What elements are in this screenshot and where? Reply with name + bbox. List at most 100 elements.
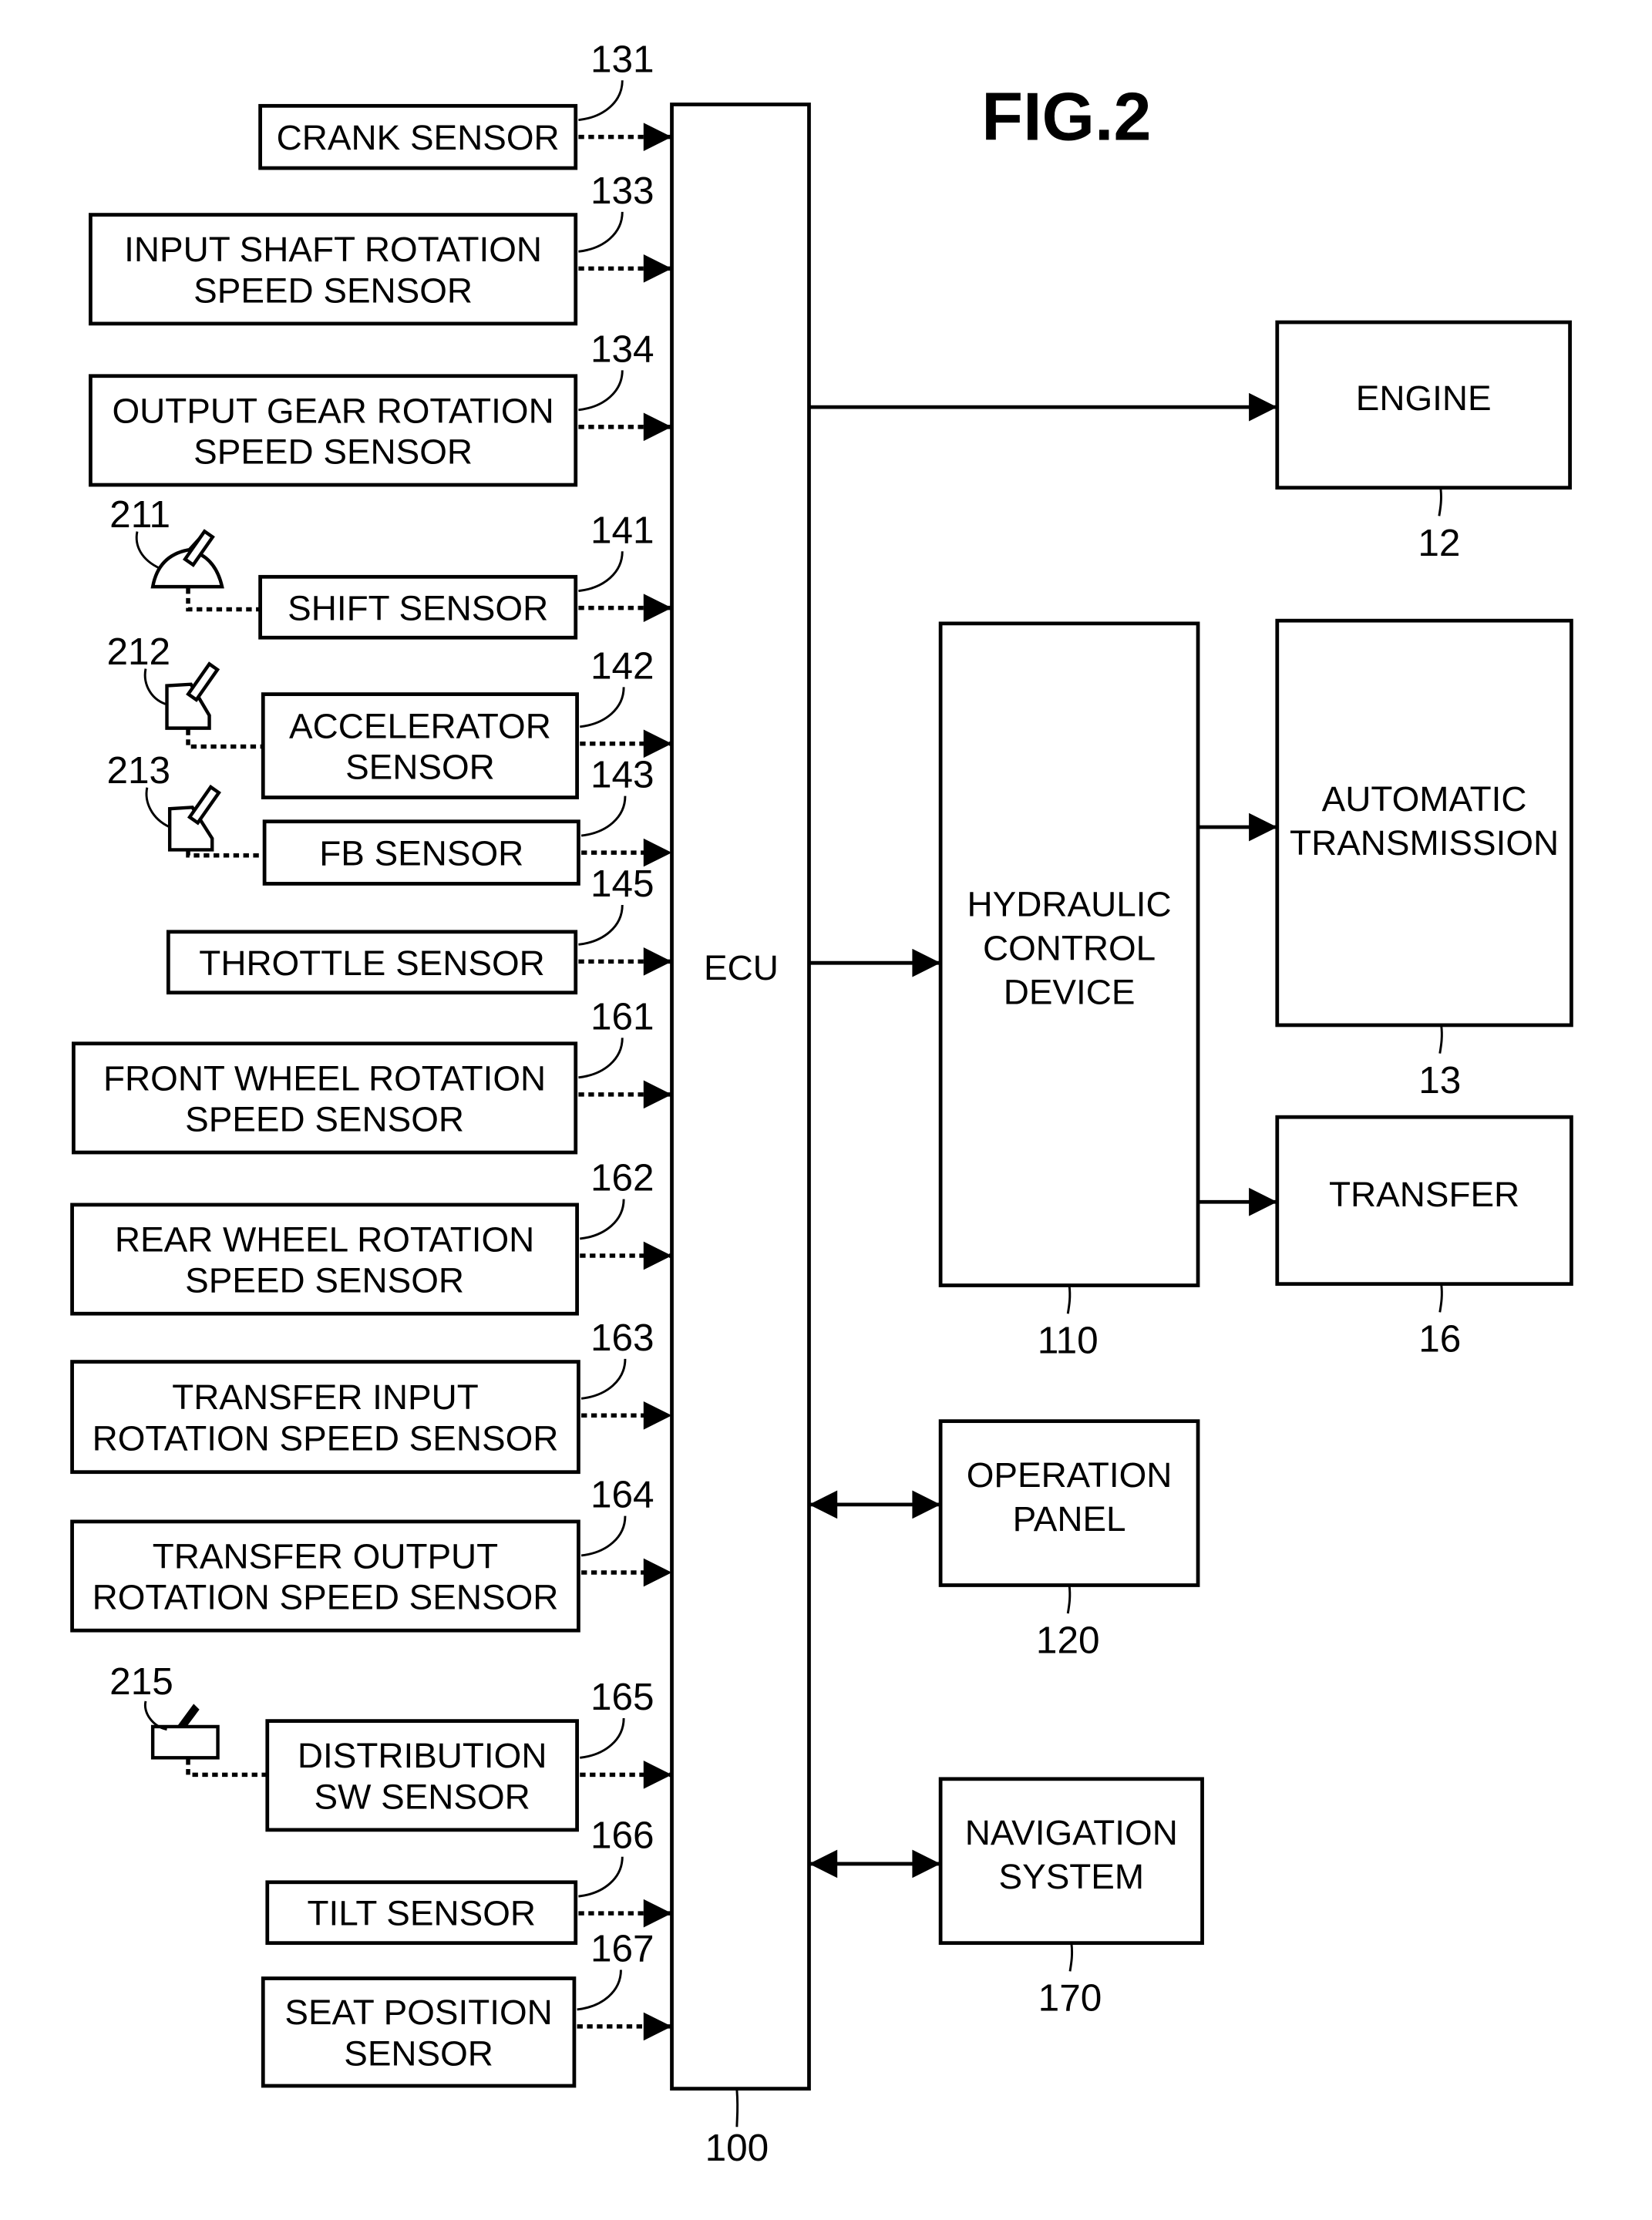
ref-leader: [1438, 1283, 1443, 1313]
sensor-shift-label-line: SHIFT SENSOR: [288, 587, 548, 627]
output-navigation-label-line: NAVIGATION: [965, 1812, 1178, 1852]
toggle-switch-icon: [150, 1704, 220, 1760]
sensor-seat-position-label-line: SENSOR: [344, 2033, 493, 2073]
ref-leader: [578, 211, 624, 253]
output-ref: 120: [1036, 1620, 1100, 1662]
ref-leader: [578, 1856, 624, 1898]
output-automatic-transmission-label-line: AUTOMATIC: [1322, 779, 1527, 819]
ecu-block: ECU 100: [670, 103, 811, 2169]
sensor-ref: 166: [590, 1815, 654, 1857]
output-transfer-label-line: TRANSFER: [1329, 1174, 1519, 1214]
output-operation-panel-label-line: PANEL: [1013, 1498, 1126, 1539]
output-engine: ENGINE 12: [1275, 320, 1572, 564]
sensor-output-gear-label-line: OUTPUT GEAR ROTATION: [112, 390, 553, 430]
ref-leader: [577, 1969, 622, 2011]
sensor-front-wheel-label-line: SPEED SENSOR: [185, 1099, 464, 1139]
shift-lever-icon: [150, 529, 224, 589]
output-automatic-transmission: AUTOMATICTRANSMISSION 13: [1275, 618, 1573, 1102]
sensor-input-shaft-label-line: INPUT SHAFT ROTATION: [124, 229, 542, 269]
accelerator-pedal: 212: [106, 631, 264, 749]
sensor-tilt: TILT SENSOR 166: [265, 1815, 672, 1946]
sensor-front-wheel-label-line: FRONT WHEEL ROTATION: [103, 1058, 546, 1098]
sensor-ref: 165: [590, 1676, 654, 1718]
sensor-transfer-input-label-line: ROTATION SPEED SENSOR: [93, 1418, 559, 1458]
brake-pedal-icon: [167, 784, 221, 852]
accelerator-pedal-icon: [165, 661, 220, 730]
ref-leader: [1066, 1285, 1072, 1314]
sensor-output-gear-label-line: SPEED SENSOR: [193, 432, 473, 472]
sensor-seat-position-label-line: SEAT POSITION: [284, 1992, 552, 2032]
sensor-ref: 163: [590, 1317, 654, 1359]
sensor-ref: 164: [590, 1474, 654, 1516]
output-ref: 13: [1418, 1059, 1461, 1102]
output-navigation: NAVIGATIONSYSTEM 170: [938, 1777, 1204, 2020]
sensor-distribution-sw: DISTRIBUTIONSW SENSOR 165: [265, 1676, 672, 1832]
shift-lever: 211: [109, 493, 264, 612]
output-ref: 110: [1038, 1320, 1099, 1362]
sensor-crank: CRANK SENSOR 131: [258, 38, 672, 170]
shift-lever-ref: 211: [109, 493, 170, 536]
accelerator-pedal-ref: 212: [106, 631, 170, 673]
sensor-output-gear: OUTPUT GEAR ROTATIONSPEED SENSOR 134: [89, 328, 672, 487]
ref-leader: [1066, 1585, 1072, 1614]
output-hydraulic-label-line: CONTROL: [983, 928, 1156, 968]
sensor-fb-label-line: FB SENSOR: [319, 833, 523, 873]
sensor-crank-label-line: CRANK SENSOR: [277, 117, 560, 157]
ref-leader: [578, 80, 624, 122]
ref-leader: [578, 370, 624, 412]
ref-leader: [580, 687, 625, 728]
sensor-ref: 134: [590, 328, 654, 370]
output-hydraulic: HYDRAULICCONTROLDEVICE 110: [938, 621, 1200, 1362]
ref-leader: [580, 1199, 625, 1240]
ref-leader: [580, 796, 627, 837]
ref-leader: [578, 1038, 624, 1079]
sensor-ref: 161: [590, 995, 654, 1038]
sensor-distribution-sw-label-line: DISTRIBUTION: [298, 1735, 547, 1775]
output-ref: 16: [1418, 1318, 1461, 1361]
output-engine-label-line: ENGINE: [1356, 378, 1492, 418]
output-ref: 170: [1038, 1977, 1102, 2020]
output-automatic-transmission-label-line: TRANSMISSION: [1290, 822, 1559, 863]
distribution-switch: 215: [109, 1660, 269, 1778]
sensor-transfer-input-label-line: TRANSFER INPUT: [172, 1377, 478, 1417]
sensor-ref: 145: [590, 863, 654, 905]
ref-leader: [578, 551, 624, 593]
sensor-distribution-sw-label-line: SW SENSOR: [315, 1776, 530, 1816]
output-hydraulic-label-line: DEVICE: [1004, 971, 1136, 1011]
figure-title: FIG.2: [981, 78, 1151, 154]
ecu-label: ECU: [704, 947, 779, 987]
sensor-accelerator-label-line: ACCELERATOR: [289, 705, 551, 745]
sensor-ref: 162: [590, 1157, 654, 1199]
sensor-rear-wheel-label-line: REAR WHEEL ROTATION: [115, 1219, 534, 1259]
ecu-ref: 100: [705, 2127, 769, 2169]
output-operation-panel-label-line: OPERATION: [967, 1455, 1173, 1495]
ref-leader: [580, 1515, 627, 1557]
ref-leader: [578, 904, 624, 946]
ref-leader: [1438, 1024, 1443, 1054]
sensor-rear-wheel: REAR WHEEL ROTATIONSPEED SENSOR 162: [70, 1157, 672, 1316]
output-navigation-label-line: SYSTEM: [999, 1856, 1145, 1896]
brake-pedal: 213: [106, 749, 265, 858]
ref-leader: [1438, 487, 1442, 516]
sensor-ref: 142: [590, 644, 654, 687]
sensor-input-shaft: INPUT SHAFT ROTATIONSPEED SENSOR 133: [89, 170, 672, 326]
sensor-transfer-input: TRANSFER INPUTROTATION SPEED SENSOR 163: [70, 1317, 672, 1475]
brake-pedal-ref: 213: [106, 749, 170, 792]
sensor-ref: 131: [590, 38, 654, 80]
sensor-shift: SHIFT SENSOR 141: [258, 509, 672, 640]
output-transfer: TRANSFER 16: [1275, 1115, 1573, 1361]
output-group: ENGINE 12 HYDRAULICCONTROLDEVICE 110 AUTOMAT…: [938, 320, 1573, 2020]
sensor-accelerator-label-line: SENSOR: [345, 747, 495, 787]
sensor-front-wheel: FRONT WHEEL ROTATIONSPEED SENSOR 161: [72, 995, 672, 1155]
ref-leader: [1068, 1942, 1074, 1972]
sensor-transfer-output: TRANSFER OUTPUTROTATION SPEED SENSOR 164: [70, 1474, 672, 1633]
sensor-transfer-output-label-line: ROTATION SPEED SENSOR: [93, 1577, 559, 1617]
sensor-seat-position: SEAT POSITIONSENSOR 167: [261, 1928, 672, 2088]
sensor-tilt-label-line: TILT SENSOR: [308, 1893, 536, 1933]
output-hydraulic-label-line: HYDRAULIC: [967, 884, 1172, 924]
sensor-input-shaft-label-line: SPEED SENSOR: [193, 270, 473, 310]
sensor-ref: 133: [590, 170, 654, 212]
ref-leader: [580, 1717, 625, 1759]
sensor-ref: 141: [590, 509, 654, 551]
output-ref: 12: [1418, 522, 1460, 564]
